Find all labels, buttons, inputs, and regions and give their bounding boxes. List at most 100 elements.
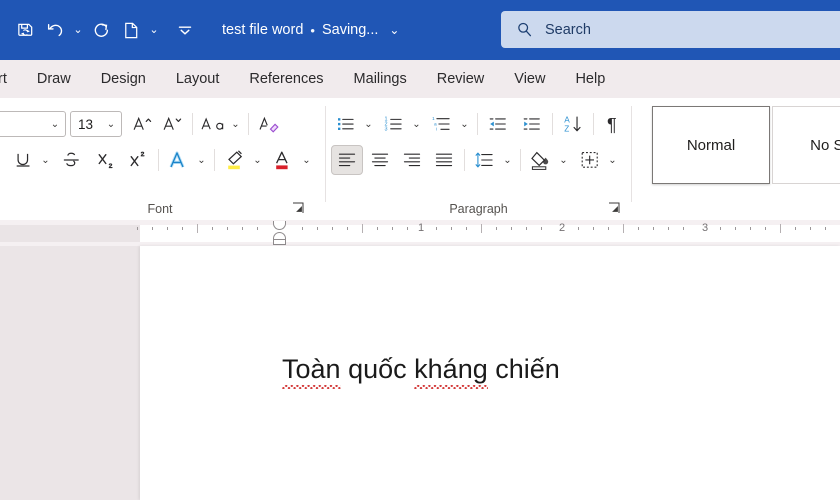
svg-text:i: i: [436, 127, 437, 132]
ruler[interactable]: 1 2 3: [0, 220, 840, 246]
style-card-no-spacing[interactable]: No Sp: [772, 106, 840, 184]
tab-review[interactable]: Review: [424, 67, 498, 91]
font-dialog-launcher[interactable]: [291, 201, 305, 215]
undo-dropdown-chevron-icon[interactable]: ⌄: [70, 14, 86, 46]
svg-text:¶: ¶: [607, 115, 617, 135]
font-name-chevron-down-icon[interactable]: ⌄: [45, 119, 65, 130]
svg-text:1: 1: [432, 116, 435, 121]
title-chevron-down-icon[interactable]: ⌄: [389, 23, 399, 37]
font-color-icon[interactable]: [269, 145, 299, 175]
quick-access-toolbar: ⌄ ⌄: [0, 14, 200, 46]
paragraph-divider-4: [464, 149, 465, 171]
style-card-normal[interactable]: Normal: [652, 106, 770, 184]
svg-text:3: 3: [385, 127, 388, 133]
font-group-label: Font: [147, 202, 173, 216]
grow-font-icon[interactable]: [127, 109, 157, 139]
save-status: Saving...: [321, 22, 379, 38]
text-effects-icon[interactable]: [164, 145, 194, 175]
numbering-icon[interactable]: 1 2 3: [379, 109, 409, 139]
line-spacing-chevron-down-icon[interactable]: ⌄: [500, 145, 515, 175]
document-text-line[interactable]: Toàn quốc kháng chiến: [282, 354, 560, 389]
search-placeholder: Search: [545, 21, 591, 38]
customize-quick-access-toolbar-icon[interactable]: [170, 14, 200, 46]
highlight-chevron-down-icon[interactable]: ⌄: [250, 145, 265, 175]
change-case-chevron-down-icon[interactable]: ⌄: [228, 109, 243, 139]
style-card-normal-label: Normal: [686, 136, 736, 154]
font-color-chevron-down-icon[interactable]: ⌄: [299, 145, 314, 175]
redo-icon[interactable]: [86, 14, 116, 46]
text-effects-chevron-down-icon[interactable]: ⌄: [194, 145, 209, 175]
clear-formatting-icon[interactable]: [254, 109, 284, 139]
left-indent-marker[interactable]: [273, 239, 286, 245]
title-bar: ⌄ ⌄ test file word • Saving... ⌄ Search: [0, 0, 840, 60]
tab-design[interactable]: Design: [88, 67, 159, 91]
ruler-left-margin-zone: [0, 225, 140, 242]
underline-icon[interactable]: [8, 145, 38, 175]
font-size-value: 13: [78, 116, 94, 132]
autosave-save-icon[interactable]: [10, 14, 40, 46]
paragraph-group: ⌄ 1 2 3 ⌄ 1 a i ⌄ A Z ¶ ⌄ ⌄ ⌄ Paragraph: [326, 98, 631, 220]
shading-chevron-down-icon[interactable]: ⌄: [556, 145, 571, 175]
word-window: ⌄ ⌄ test file word • Saving... ⌄ Search …: [0, 0, 840, 500]
style-card-no-spacing-label: No Sp: [810, 136, 840, 154]
decrease-indent-icon[interactable]: [483, 109, 513, 139]
multilevel-list-chevron-down-icon[interactable]: ⌄: [457, 109, 472, 139]
undo-icon[interactable]: [40, 14, 70, 46]
font-divider-2: [248, 113, 249, 135]
document-page[interactable]: Toàn quốc kháng chiến: [140, 246, 840, 500]
font-name-combo[interactable]: ⌄: [0, 111, 66, 137]
tab-insert-truncated[interactable]: rt: [0, 67, 20, 91]
sort-icon[interactable]: A Z: [558, 109, 588, 139]
line-spacing-icon[interactable]: [470, 145, 500, 175]
document-word-misspelled: Toàn: [282, 354, 341, 389]
paragraph-dialog-launcher[interactable]: [607, 201, 621, 215]
numbering-chevron-down-icon[interactable]: ⌄: [409, 109, 424, 139]
svg-text:A: A: [564, 115, 570, 124]
shading-icon[interactable]: [526, 145, 556, 175]
change-case-icon[interactable]: [198, 109, 228, 139]
increase-indent-icon[interactable]: [517, 109, 547, 139]
svg-text:Z: Z: [564, 125, 569, 134]
text-highlight-color-icon[interactable]: [220, 145, 250, 175]
tab-help[interactable]: Help: [562, 67, 618, 91]
font-size-chevron-down-icon[interactable]: ⌄: [101, 119, 121, 130]
document-space: [407, 354, 415, 384]
ribbon-tabs: rt Draw Design Layout References Mailing…: [0, 60, 840, 99]
document-space: [341, 354, 349, 384]
bullets-icon[interactable]: [331, 109, 361, 139]
align-left-icon[interactable]: [331, 145, 363, 175]
document-name: test file word: [222, 22, 304, 38]
underline-chevron-down-icon[interactable]: ⌄: [38, 145, 53, 175]
superscript-icon[interactable]: [123, 145, 153, 175]
align-center-icon[interactable]: [365, 145, 395, 175]
font-divider-1: [192, 113, 193, 135]
paragraph-group-label: Paragraph: [449, 202, 508, 216]
tab-references[interactable]: References: [236, 67, 336, 91]
tab-mailings[interactable]: Mailings: [341, 67, 420, 91]
document-word: chiến: [495, 354, 560, 384]
multilevel-list-icon[interactable]: 1 a i: [427, 109, 457, 139]
ruler-number-3: 3: [701, 222, 709, 234]
bullets-chevron-down-icon[interactable]: ⌄: [361, 109, 376, 139]
strikethrough-icon[interactable]: [57, 145, 87, 175]
borders-chevron-down-icon[interactable]: ⌄: [605, 145, 620, 175]
new-document-dropdown-chevron-icon[interactable]: ⌄: [146, 14, 162, 46]
shrink-font-icon[interactable]: [157, 109, 187, 139]
font-divider-4: [214, 149, 215, 171]
show-formatting-marks-icon[interactable]: ¶: [599, 109, 629, 139]
tab-view[interactable]: View: [501, 67, 558, 91]
paragraph-divider-5: [520, 149, 521, 171]
tab-draw[interactable]: Draw: [24, 67, 84, 91]
styles-gallery: Normal No Sp: [652, 106, 840, 204]
document-title[interactable]: test file word • Saving... ⌄: [222, 22, 399, 38]
subscript-icon[interactable]: [91, 145, 121, 175]
tab-layout[interactable]: Layout: [163, 67, 233, 91]
group-divider-paragraph-styles: [631, 106, 632, 202]
align-right-icon[interactable]: [397, 145, 427, 175]
justify-icon[interactable]: [429, 145, 459, 175]
new-document-icon[interactable]: [116, 14, 146, 46]
paragraph-divider-2: [552, 113, 553, 135]
borders-icon[interactable]: [575, 145, 605, 175]
font-size-combo[interactable]: 13 ⌄: [70, 111, 122, 137]
search-box[interactable]: Search: [501, 11, 840, 48]
